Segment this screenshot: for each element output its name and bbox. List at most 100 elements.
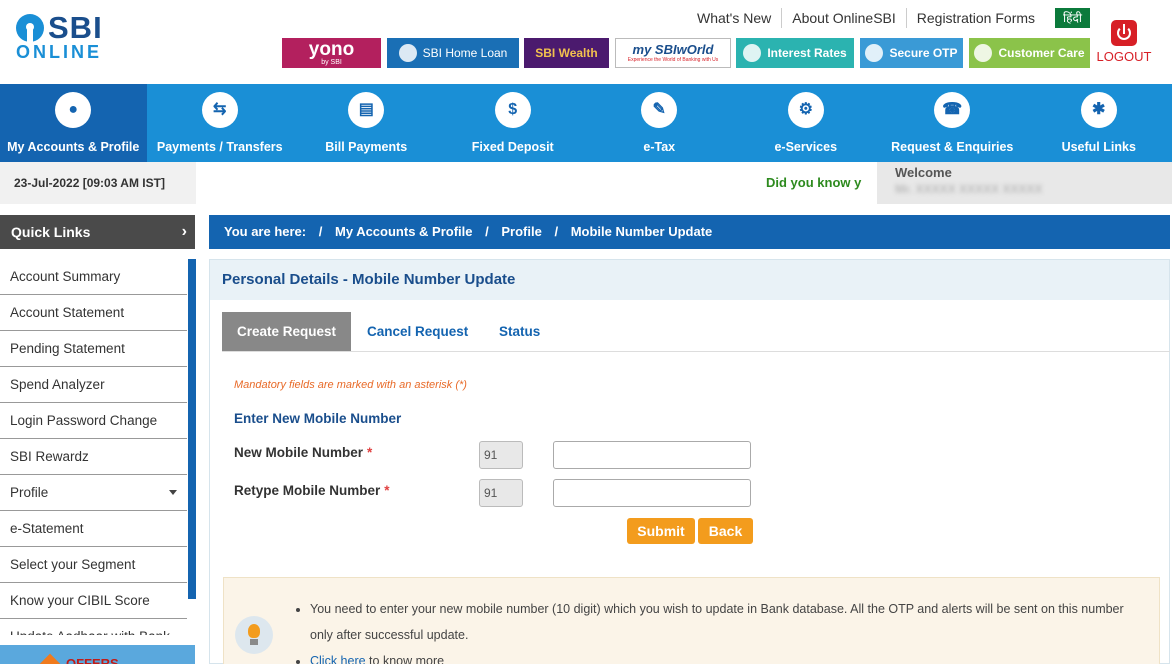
mobile-update-panel: Personal Details - Mobile Number Update … — [209, 259, 1170, 664]
required-asterisk: * — [384, 483, 390, 498]
power-icon — [1111, 20, 1137, 46]
sidebar-item[interactable]: Spend Analyzer — [0, 367, 187, 403]
nav-label: Payments / Transfers — [156, 140, 283, 154]
customer-care-banner[interactable]: Customer Care — [969, 38, 1090, 68]
sidebar-item[interactable]: Account Statement — [0, 295, 187, 331]
services-icon: ⚙ — [787, 92, 824, 128]
secure-otp-banner[interactable]: Secure OTP — [860, 38, 963, 68]
nav-item-0[interactable]: ● My Accounts & Profile — [0, 84, 147, 162]
welcome-label: Welcome — [895, 165, 952, 180]
customer-care-text: Customer Care — [998, 46, 1085, 60]
yono-banner[interactable]: yono by SBI — [282, 38, 381, 68]
back-button[interactable]: Back — [698, 518, 753, 544]
nav-item-2[interactable]: ▤ Bill Payments — [293, 84, 440, 162]
sidebar-item-label: Profile — [10, 485, 49, 500]
top-links: What's New About OnlineSBI Registration … — [687, 8, 1090, 28]
nav-label: Useful Links — [1061, 140, 1136, 154]
sidebar-item-label: Account Summary — [10, 269, 121, 284]
percent-tag-icon — [743, 44, 762, 62]
logout-label: LOGOUT — [1096, 49, 1152, 64]
welcome-box: Welcome Mr. XXXXX XXXXX XXXXX — [877, 162, 1172, 204]
welcome-user-name: Mr. XXXXX XXXXX XXXXX — [895, 182, 1043, 196]
links-icon: ✱ — [1080, 92, 1117, 128]
my-sbi-world-sub-text: Experience the World of Banking with Us — [627, 57, 719, 63]
sbi-online-logo[interactable]: SBI ONLINE — [16, 10, 108, 62]
new-mobile-input[interactable] — [553, 441, 751, 469]
sidebar-item[interactable]: Select your Segment — [0, 547, 187, 583]
logo-sbi-text: SBI — [48, 10, 103, 45]
my-sbi-world-text: my SBIwOrld — [632, 42, 714, 57]
secure-otp-text: Secure OTP — [889, 46, 958, 60]
retype-mobile-input[interactable] — [553, 479, 751, 507]
country-code-prefix: 91 — [479, 441, 523, 469]
breadcrumb-separator: / — [554, 224, 559, 239]
support-agent-icon — [974, 44, 993, 62]
sidebar-item-label: e-Statement — [10, 521, 84, 536]
sbi-home-loan-banner[interactable]: SBI Home Loan — [387, 38, 519, 68]
did-you-know-ticker[interactable]: Did you know y — [766, 175, 861, 190]
home-icon — [398, 44, 417, 62]
main-nav: ● My Accounts & Profile ⇆ Payments / Transf… — [0, 84, 1172, 162]
breadcrumb-separator: / — [485, 224, 489, 239]
sidebar-item[interactable]: Login Password Change — [0, 403, 187, 439]
sidebar-item-label: Login Password Change — [10, 413, 158, 428]
yono-text: yono — [308, 38, 355, 60]
logo-online-text: ONLINE — [16, 42, 103, 62]
offers-banner[interactable]: OFFERS — [0, 645, 195, 664]
tab-status[interactable]: Status — [499, 312, 540, 351]
country-code-prefix: 91 — [479, 479, 523, 507]
breadcrumb-mobile-update: Mobile Number Update — [570, 224, 713, 239]
sidebar-item[interactable]: e-Statement — [0, 511, 187, 547]
breadcrumb-prefix: You are here: — [224, 224, 307, 239]
new-mobile-label-text: New Mobile Number — [234, 445, 364, 460]
mandatory-note: Mandatory fields are marked with an aste… — [234, 379, 467, 391]
whats-new-link[interactable]: What's New — [687, 8, 783, 28]
retype-mobile-label: Retype Mobile Number * — [234, 483, 390, 498]
nav-item-7[interactable]: ✱ Useful Links — [1026, 84, 1172, 162]
nav-item-1[interactable]: ⇆ Payments / Transfers — [147, 84, 294, 162]
note-line-1: You need to enter your new mobile number… — [310, 596, 1130, 648]
sidebar-item[interactable]: Update Aadhaar with Bank — [0, 619, 187, 635]
sidebar-item-label: Select your Segment — [10, 557, 136, 572]
quick-links-header[interactable]: Quick Links › — [0, 215, 195, 249]
date-time: 23-Jul-2022 [09:03 AM IST] — [0, 162, 196, 204]
nav-item-6[interactable]: ☎ Request & Enquiries — [879, 84, 1026, 162]
user-icon: ● — [55, 92, 92, 128]
deposit-icon: $ — [494, 92, 531, 128]
info-note: You need to enter your new mobile number… — [223, 577, 1160, 664]
sidebar-item[interactable]: SBI Rewardz — [0, 439, 187, 475]
bill-icon: ▤ — [348, 92, 385, 128]
tax-icon: ✎ — [641, 92, 678, 128]
breadcrumb-profile[interactable]: Profile — [501, 224, 541, 239]
submit-button[interactable]: Submit — [627, 518, 695, 544]
offers-text: OFFERS — [66, 656, 119, 664]
interest-rates-banner[interactable]: Interest Rates — [736, 38, 854, 68]
nav-item-5[interactable]: ⚙ e-Services — [733, 84, 880, 162]
hindi-language-button[interactable]: हिंदी — [1055, 8, 1090, 28]
tab-create-request[interactable]: Create Request — [222, 312, 352, 351]
sidebar-item[interactable]: Pending Statement — [0, 331, 187, 367]
sbi-wealth-banner[interactable]: SBI Wealth — [524, 38, 609, 68]
sidebar-scrollbar[interactable] — [188, 259, 196, 599]
sidebar-item[interactable]: Profile — [0, 475, 187, 511]
logout-button[interactable]: LOGOUT — [1094, 20, 1154, 64]
note-line-2-text: to know more — [365, 654, 445, 664]
phone-icon: ☎ — [934, 92, 971, 128]
breadcrumb-my-accounts[interactable]: My Accounts & Profile — [335, 224, 472, 239]
nav-item-4[interactable]: ✎ e-Tax — [586, 84, 733, 162]
click-here-link[interactable]: Click here — [310, 654, 366, 664]
my-sbi-world-banner[interactable]: my SBIwOrld Experience the World of Bank… — [615, 38, 731, 68]
registration-forms-link[interactable]: Registration Forms — [907, 8, 1045, 28]
breadcrumb-separator: / — [318, 224, 323, 239]
sidebar-item[interactable]: Know your CIBIL Score — [0, 583, 187, 619]
sidebar-item[interactable]: Account Summary — [0, 259, 187, 295]
quick-links-list: Account Summary Account Statement Pending … — [0, 259, 196, 635]
about-onlinesbi-link[interactable]: About OnlineSBI — [782, 8, 907, 28]
tab-cancel-request[interactable]: Cancel Request — [367, 312, 468, 351]
nav-label: Bill Payments — [325, 140, 408, 154]
note-line-2: Click here to know more — [310, 648, 1130, 664]
nav-label: e-Services — [774, 140, 838, 154]
lock-icon — [865, 44, 884, 62]
nav-item-3[interactable]: $ Fixed Deposit — [440, 84, 587, 162]
sidebar-item-label: Know your CIBIL Score — [10, 593, 150, 608]
